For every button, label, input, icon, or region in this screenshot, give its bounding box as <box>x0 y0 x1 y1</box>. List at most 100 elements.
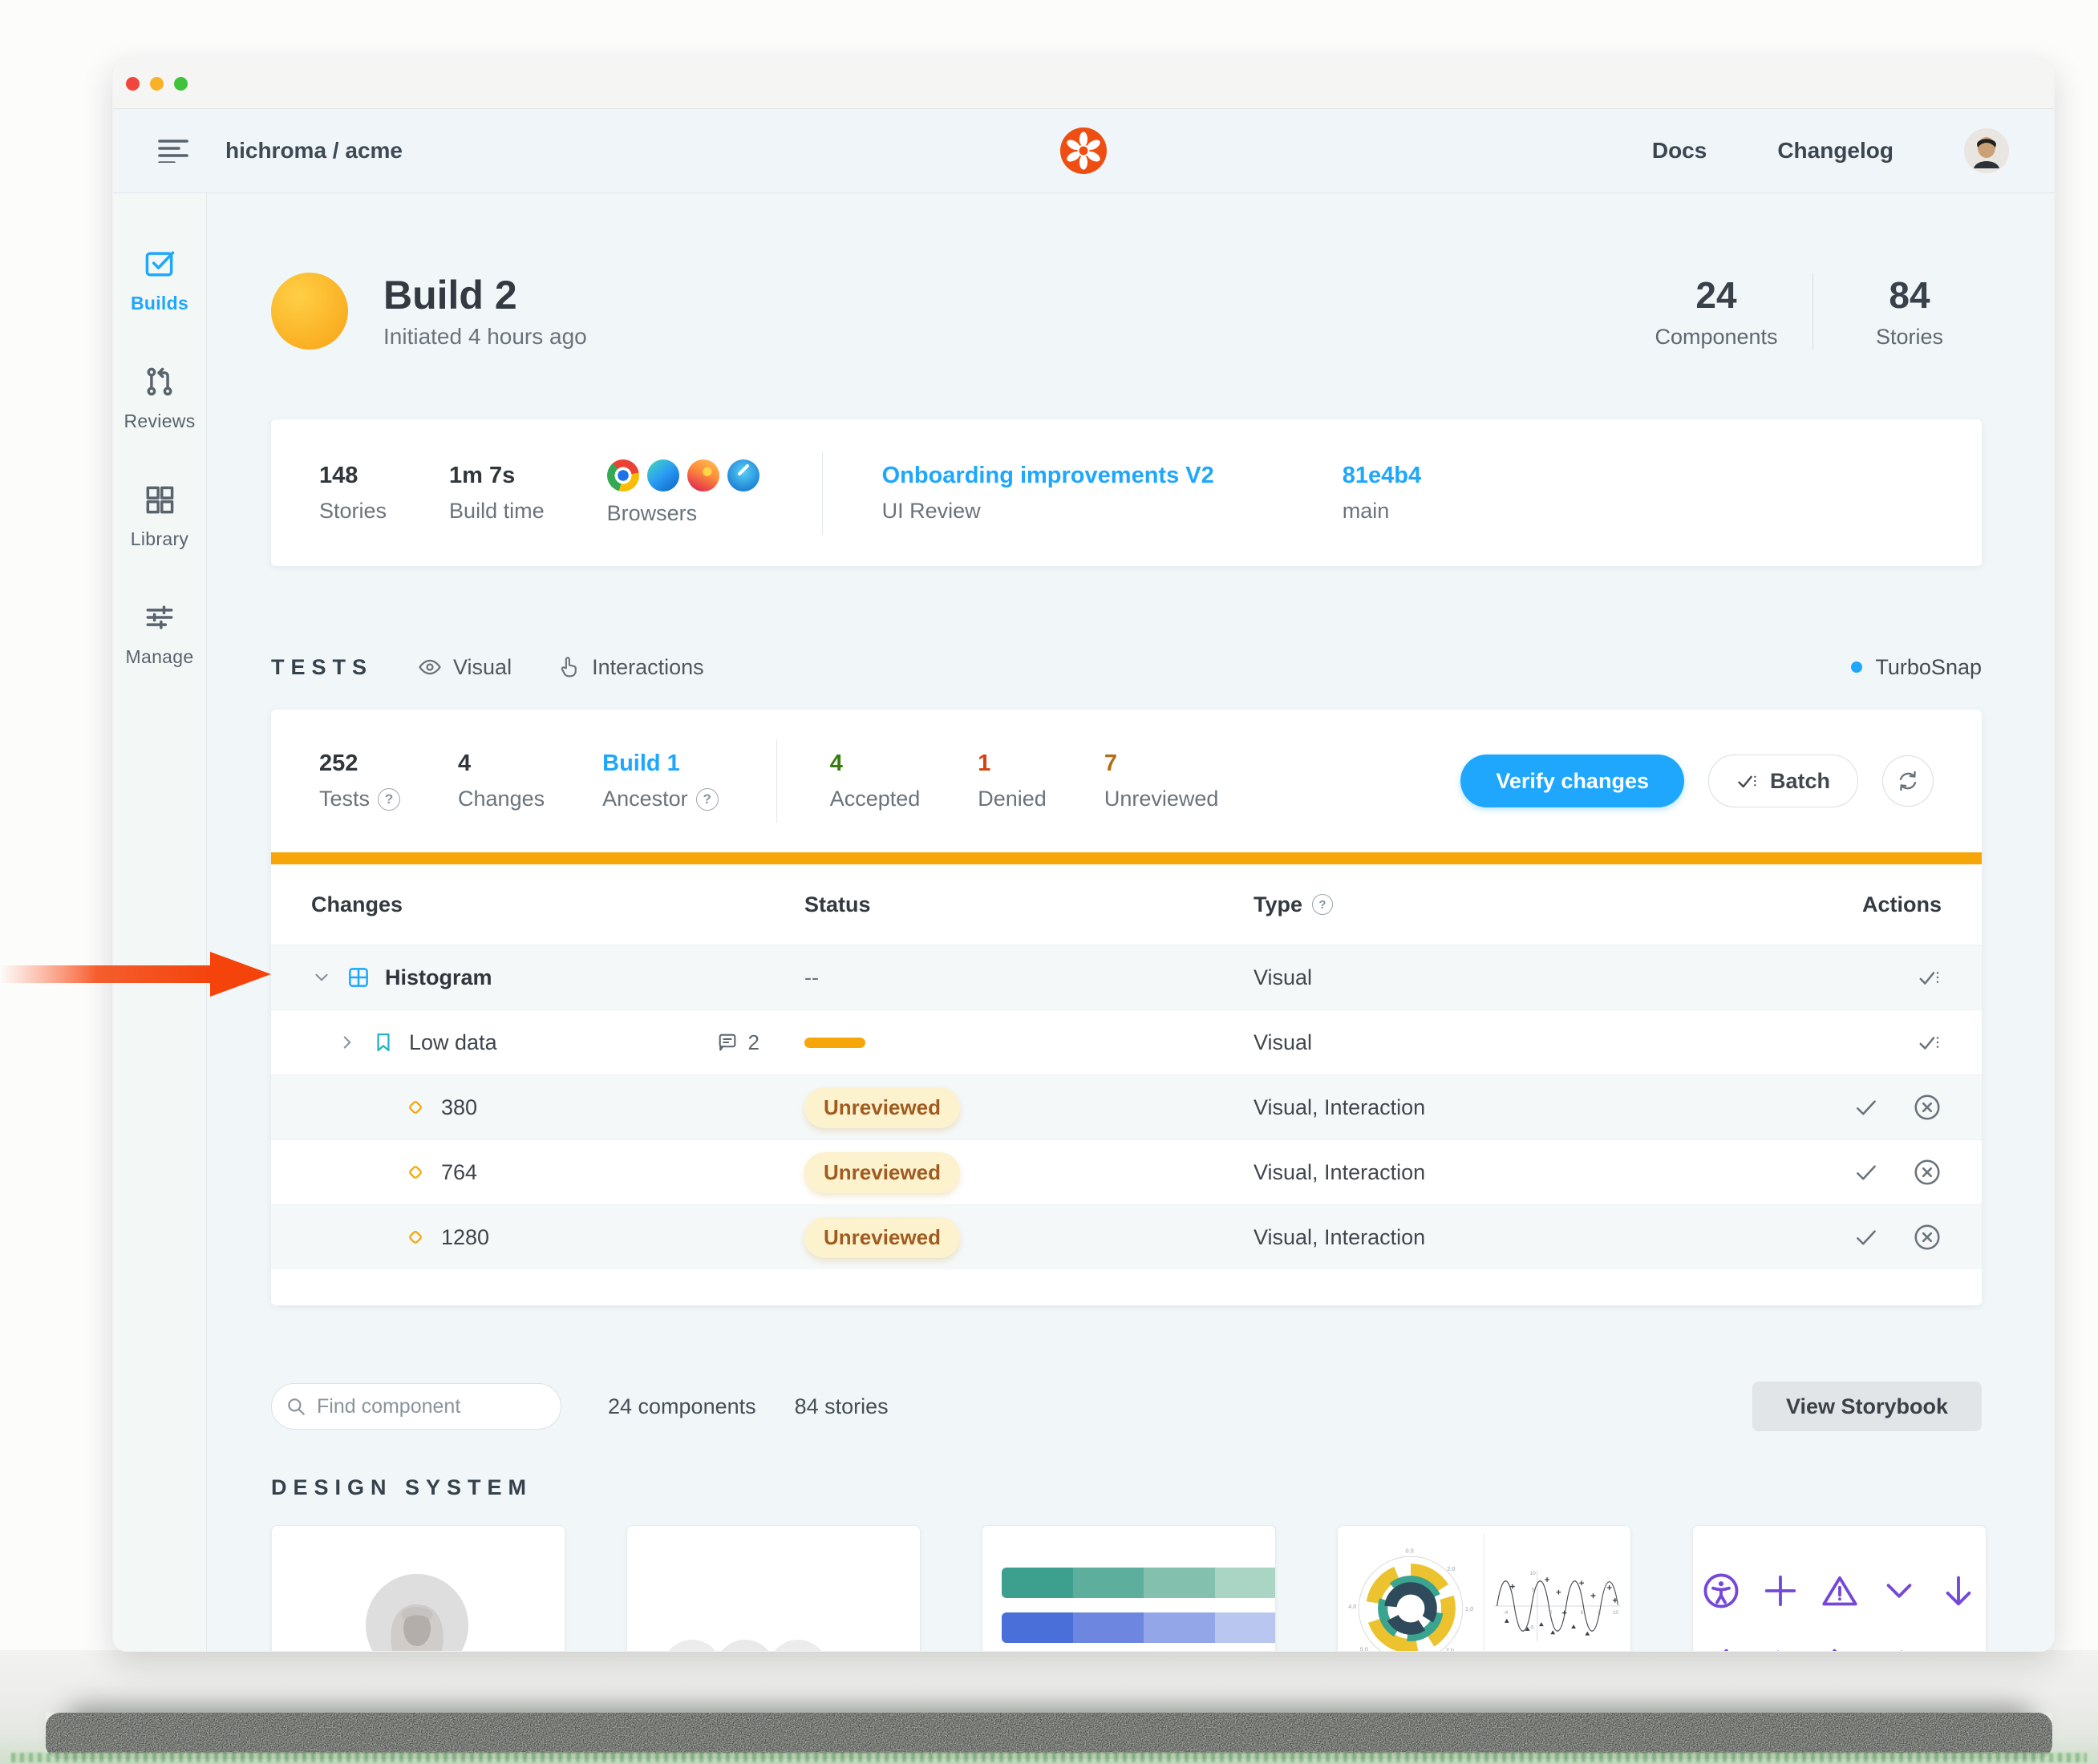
user-avatar[interactable] <box>1964 128 2009 173</box>
swatch-rows <box>1002 1568 1275 1651</box>
verify-changes-button[interactable]: Verify changes <box>1460 755 1684 807</box>
minimize-window-button[interactable] <box>150 77 164 91</box>
info-stories-value: 148 <box>319 463 387 489</box>
chevron-left-icon <box>1703 1645 1740 1651</box>
close-window-button[interactable] <box>126 77 140 91</box>
chevron-right-icon[interactable] <box>337 1032 358 1053</box>
view-storybook-button[interactable]: View Storybook <box>1752 1382 1982 1431</box>
column-header-actions: Actions <box>1862 892 1942 917</box>
component-card-avatar-list[interactable]: + 10 <box>626 1525 921 1651</box>
tick-label: -4 <box>1503 1610 1508 1616</box>
sidebar-item-manage[interactable]: Manage <box>126 600 194 668</box>
unreviewed-value: 7 <box>1104 751 1219 777</box>
tests-heading: TESTS <box>271 655 373 680</box>
tick-label: 2.0 <box>1447 1565 1455 1572</box>
build-subtitle: Initiated 4 hours ago <box>383 324 587 350</box>
sidebar-item-label: Manage <box>126 646 194 668</box>
story-name: Low data <box>409 1030 497 1055</box>
component-card-avatar[interactable] <box>271 1525 565 1651</box>
table-row-test[interactable]: 380 Unreviewed Visual, Interaction <box>271 1074 1982 1139</box>
accept-all-icon[interactable] <box>1918 965 1942 989</box>
type-help-icon[interactable]: ? <box>1312 894 1333 915</box>
changes-value: 4 <box>458 751 545 777</box>
tick-label: 2 <box>1549 1610 1553 1616</box>
component-browser-controls: 24 components 84 stories View Storybook <box>271 1382 1982 1431</box>
manage-sliders-icon <box>142 600 177 635</box>
table-row-component[interactable]: Histogram -- Visual <box>271 945 1982 1009</box>
reviews-pull-request-icon <box>142 364 177 399</box>
accept-icon[interactable] <box>1853 1094 1879 1120</box>
avatar <box>768 1640 828 1651</box>
sidebar-item-reviews[interactable]: Reviews <box>124 364 195 432</box>
sidebar-item-label: Reviews <box>124 411 195 432</box>
ancestor-build-link[interactable]: Build 1 <box>602 751 719 777</box>
denied-value: 1 <box>978 751 1047 777</box>
info-divider <box>822 451 823 535</box>
library-grid-icon <box>142 482 177 517</box>
accept-all-icon[interactable] <box>1918 1030 1942 1054</box>
unreviewed-stat: 7 Unreviewed <box>1104 751 1219 811</box>
changelog-link[interactable]: Changelog <box>1777 138 1893 164</box>
avatar <box>662 1640 722 1651</box>
turbosnap-label: TurboSnap <box>1875 655 1982 680</box>
build-time-stat: 1m 7s Build time <box>449 463 545 524</box>
menu-icon[interactable] <box>158 139 188 163</box>
sidebar-item-builds[interactable]: Builds <box>131 246 188 314</box>
commit-branch: main <box>1343 499 1421 524</box>
ancestor-help-icon[interactable]: ? <box>696 788 719 811</box>
diamond-icon <box>404 1226 427 1248</box>
accepted-value: 4 <box>830 751 921 777</box>
component-card-icons[interactable] <box>1692 1525 1987 1651</box>
deny-icon[interactable] <box>1913 1223 1942 1252</box>
app-logo-icon[interactable] <box>1060 127 1107 174</box>
info-stories-stat: 148 Stories <box>319 463 387 524</box>
accept-icon[interactable] <box>1853 1224 1879 1250</box>
unreviewed-label: Unreviewed <box>1104 787 1219 811</box>
user-avatar-image <box>1964 128 2009 173</box>
screen: hichroma / acme Docs <box>0 0 2098 1764</box>
turbosnap-indicator[interactable]: TurboSnap <box>1851 655 1982 680</box>
sidebar-item-library[interactable]: Library <box>131 482 188 550</box>
maximize-window-button[interactable] <box>174 77 188 91</box>
arrow-down-icon <box>1940 1572 1977 1609</box>
bookmark-icon <box>372 1031 395 1054</box>
commit-block: 81e4b4 main <box>1343 463 1421 524</box>
refresh-button[interactable] <box>1882 755 1934 807</box>
docs-link[interactable]: Docs <box>1652 138 1707 164</box>
breadcrumb[interactable]: hichroma / acme <box>225 138 403 164</box>
components-stat: 24 Components <box>1644 273 1788 350</box>
table-header: Changes Status Type ? Actions <box>271 864 1982 945</box>
chrome-browser-icon <box>607 459 639 492</box>
component-card-swatches[interactable] <box>982 1525 1276 1651</box>
comment-count: 2 <box>748 1030 759 1055</box>
safari-browser-icon <box>727 459 759 492</box>
builds-check-square-icon <box>142 246 177 281</box>
type-cell: Visual <box>1254 1030 1775 1055</box>
commit-hash-link[interactable]: 81e4b4 <box>1343 463 1421 489</box>
visual-filter[interactable]: Visual <box>418 655 512 680</box>
comment-count-group[interactable]: 2 <box>716 1030 759 1055</box>
arrow-right-icon <box>1881 1645 1918 1651</box>
table-row-story[interactable]: Low data 2 Visual <box>271 1009 1982 1074</box>
edge-browser-icon <box>647 459 679 492</box>
tick-label: 7.0 <box>1446 1647 1454 1651</box>
accessibility-icon <box>1703 1572 1740 1609</box>
chevron-down-icon[interactable] <box>311 967 332 988</box>
deny-icon[interactable] <box>1913 1093 1942 1122</box>
tests-help-icon[interactable]: ? <box>378 788 400 811</box>
interactions-filter[interactable]: Interactions <box>557 655 704 680</box>
table-row-test[interactable]: 1280 Unreviewed Visual, Interaction <box>271 1204 1982 1269</box>
component-card-charts[interactable]: 0.0 2.0 1.0 7.0 6.0 5.0 4.0 <box>1337 1525 1631 1651</box>
search-input[interactable] <box>271 1383 561 1430</box>
browsers-label: Browsers <box>607 501 759 526</box>
deny-icon[interactable] <box>1913 1158 1942 1187</box>
pr-title-link[interactable]: Onboarding improvements V2 <box>882 463 1214 489</box>
batch-button[interactable]: Batch <box>1708 755 1858 807</box>
component-name: Histogram <box>385 965 492 990</box>
sidebar-item-label: Library <box>131 528 188 550</box>
table-footer <box>271 1269 1982 1305</box>
swatch-row-teal <box>1002 1568 1276 1598</box>
table-row-test[interactable]: 764 Unreviewed Visual, Interaction <box>271 1139 1982 1204</box>
build-time-label: Build time <box>449 499 545 524</box>
accept-icon[interactable] <box>1853 1159 1879 1185</box>
